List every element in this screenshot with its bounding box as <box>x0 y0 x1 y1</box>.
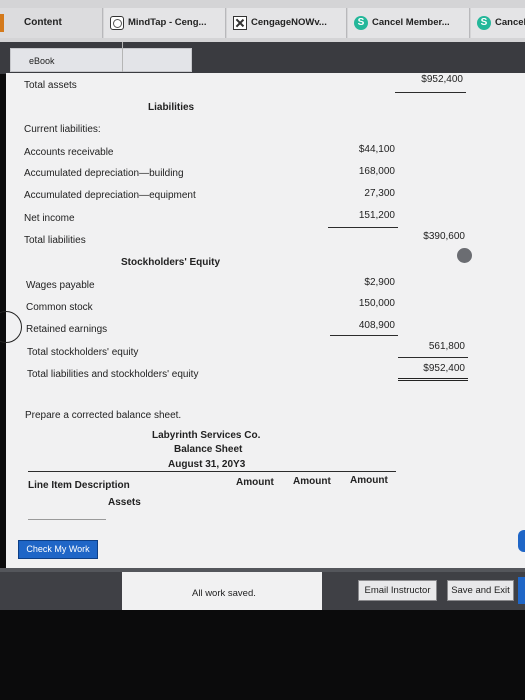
equity-heading: Stockholders' Equity <box>121 257 221 268</box>
screen-bezel <box>0 610 525 700</box>
tab-accent <box>0 14 4 32</box>
save-status: All work saved. <box>192 588 256 599</box>
mindtap-icon <box>110 16 124 30</box>
submit-edge[interactable] <box>518 577 525 604</box>
tab-mindtap-label: MindTap - Ceng... <box>128 17 207 28</box>
tab-cengagenow[interactable]: CengageNOWv... <box>227 8 347 38</box>
tab-content-label: Content <box>24 17 62 28</box>
rule <box>330 335 398 336</box>
tab-cancel-label: Cancel <box>495 17 525 28</box>
total-equity-label: Total stockholders' equity <box>27 347 139 358</box>
tab-cancel-member[interactable]: S Cancel Member... <box>348 8 470 38</box>
screen: Content MindTap - Ceng... CengageNOWv...… <box>0 0 525 700</box>
rule <box>395 92 466 93</box>
ebook-button[interactable]: eBook <box>10 48 192 72</box>
statement-date: August 31, 20Y3 <box>168 459 246 470</box>
row-label: Retained earnings <box>26 324 108 335</box>
total-le-value: $952,400 <box>423 363 465 374</box>
row-value: $2,900 <box>364 277 395 288</box>
row-value: 408,900 <box>358 320 395 331</box>
statement-title: Balance Sheet <box>174 444 243 455</box>
column-header-amount: Amount <box>293 476 331 487</box>
row-label: Net income <box>24 213 75 224</box>
column-header-description: Line Item Description <box>28 480 130 491</box>
row-value: 168,000 <box>358 166 395 177</box>
browser-tab-bar: Content MindTap - Ceng... CengageNOWv...… <box>0 0 525 42</box>
row-label: Common stock <box>26 302 93 313</box>
input-row-rule <box>28 519 106 520</box>
row-label: Accounts receivable <box>24 147 114 158</box>
save-and-exit-button[interactable]: Save and Exit <box>447 580 514 601</box>
rule <box>398 357 468 358</box>
row-value: $44,100 <box>358 144 395 155</box>
row-label: Accumulated depreciation—equipment <box>24 190 196 201</box>
total-assets-value: $952,400 <box>421 74 463 85</box>
row-value: 151,200 <box>358 210 395 221</box>
row-label: Accumulated depreciation—building <box>24 168 184 179</box>
tab-cengagenow-label: CengageNOWv... <box>251 17 327 28</box>
tab-cancel-member-label: Cancel Member... <box>372 17 450 28</box>
check-my-work-button[interactable]: Check My Work <box>18 540 98 559</box>
row-value: 27,300 <box>364 188 395 199</box>
double-rule <box>398 378 468 381</box>
total-equity-value: 561,800 <box>428 341 465 352</box>
total-liabilities-label: Total liabilities <box>24 235 86 246</box>
total-assets-label: Total assets <box>24 80 77 91</box>
column-header-amount: Amount <box>350 475 388 486</box>
rule <box>328 227 398 228</box>
side-panel-tab[interactable] <box>518 530 525 552</box>
header-rule <box>28 471 396 472</box>
liabilities-heading: Liabilities <box>148 102 195 113</box>
cursor-dot <box>457 248 472 263</box>
assets-heading: Assets <box>108 497 141 508</box>
close-box-icon <box>233 16 247 30</box>
tab-content[interactable]: Content <box>0 8 103 38</box>
divider <box>122 42 123 72</box>
total-le-label: Total liabilities and stockholders' equi… <box>27 369 199 380</box>
column-header-amount: Amount <box>236 477 274 488</box>
company-name: Labyrinth Services Co. <box>152 430 261 441</box>
tab-mindtap[interactable]: MindTap - Ceng... <box>104 8 226 38</box>
save-status-area: All work saved. <box>122 572 322 610</box>
task-prompt: Prepare a corrected balance sheet. <box>25 410 182 421</box>
email-instructor-button[interactable]: Email Instructor <box>358 580 437 601</box>
cengage-s-icon: S <box>354 16 368 30</box>
row-label: Wages payable <box>26 280 95 291</box>
total-liabilities-value: $390,600 <box>423 231 465 242</box>
tab-cancel[interactable]: S Cancel <box>471 8 525 38</box>
current-liabilities-label: Current liabilities: <box>24 124 101 135</box>
cengage-s-icon: S <box>477 16 491 30</box>
ebook-label: eBook <box>29 56 55 66</box>
row-value: 150,000 <box>358 298 395 309</box>
